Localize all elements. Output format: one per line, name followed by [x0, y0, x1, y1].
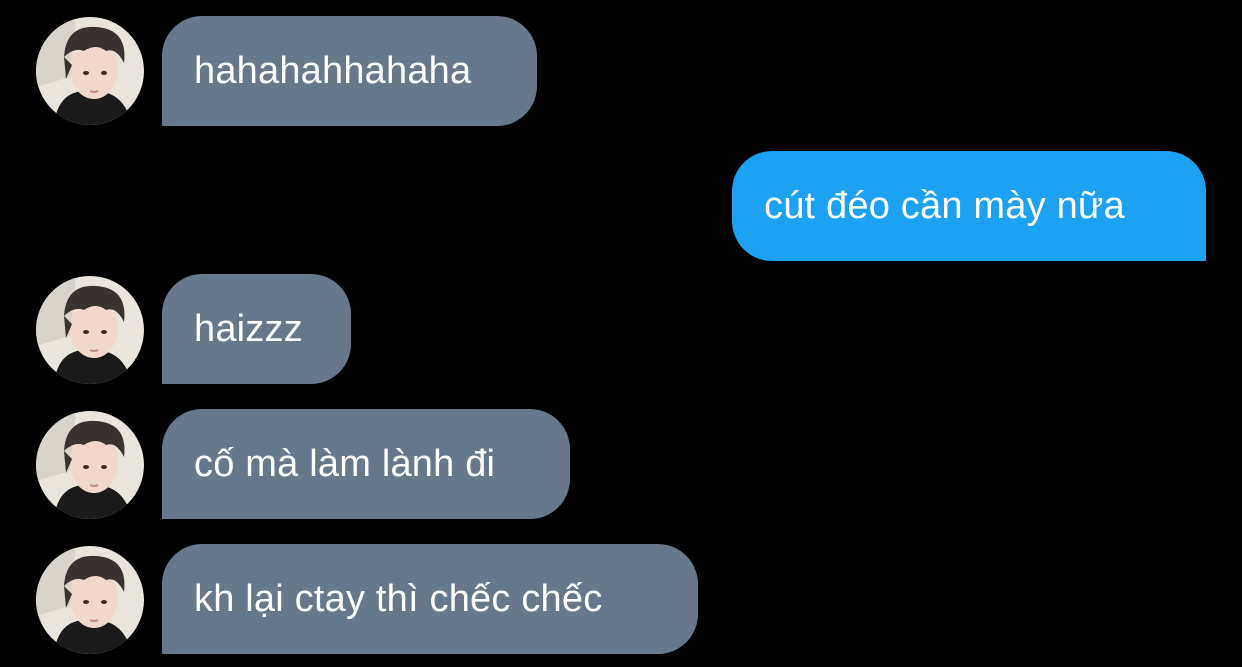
avatar[interactable]: [36, 276, 144, 384]
profile-photo-icon: [36, 411, 144, 519]
incoming-message-bubble[interactable]: haizzz: [162, 274, 351, 384]
avatar[interactable]: [36, 411, 144, 519]
profile-photo-icon: [36, 276, 144, 384]
profile-photo-icon: [36, 546, 144, 654]
incoming-message-bubble[interactable]: hahahahhahaha: [162, 16, 537, 126]
message-text: kh lại ctay thì chếc chếc: [194, 577, 603, 620]
message-text: haizzz: [194, 307, 303, 350]
message-text: cút đéo cần mày nữa: [764, 184, 1125, 227]
profile-photo-icon: [36, 17, 144, 125]
message-thread: hahahahhahaha cút đéo cần mày nữa haizzz: [0, 0, 1242, 667]
message-text: hahahahhahaha: [194, 49, 472, 92]
incoming-message-bubble[interactable]: cố mà làm lành đi: [162, 409, 570, 519]
avatar[interactable]: [36, 546, 144, 654]
outgoing-message-bubble[interactable]: cút đéo cần mày nữa: [732, 151, 1206, 261]
incoming-message-bubble[interactable]: kh lại ctay thì chếc chếc: [162, 544, 698, 654]
message-text: cố mà làm lành đi: [194, 442, 496, 485]
avatar[interactable]: [36, 17, 144, 125]
